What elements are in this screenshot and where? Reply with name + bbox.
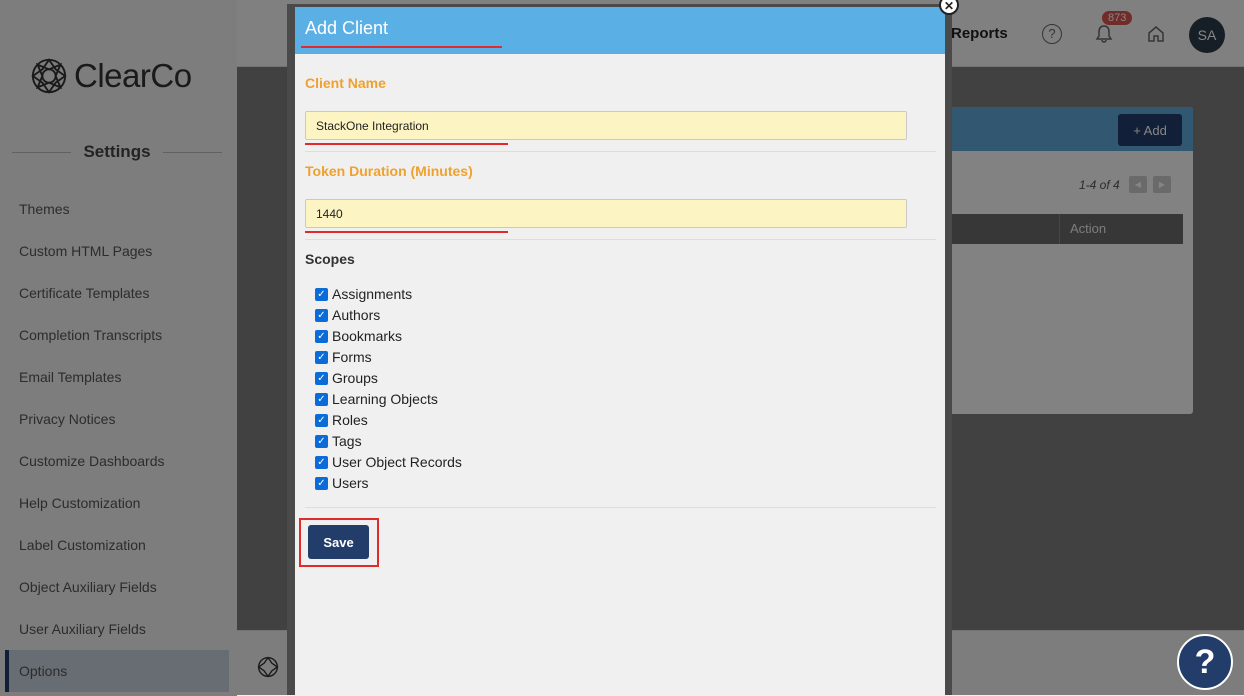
scope-groups[interactable]: ✓ Groups	[315, 368, 378, 388]
scope-label: Assignments	[332, 286, 413, 302]
save-button[interactable]: Save	[308, 525, 369, 559]
modal-header: Add Client	[295, 7, 945, 54]
checkbox-checked-icon[interactable]: ✓	[315, 308, 328, 322]
scope-roles[interactable]: ✓ Roles	[315, 410, 368, 430]
scope-users[interactable]: ✓ Users	[315, 473, 369, 493]
scope-authors[interactable]: ✓ Authors	[315, 305, 380, 325]
scope-label: Groups	[332, 370, 378, 386]
token-duration-annotation-underline	[305, 231, 508, 233]
checkbox-checked-icon[interactable]: ✓	[315, 371, 328, 385]
checkbox-checked-icon[interactable]: ✓	[315, 287, 328, 301]
add-client-modal: Add Client ✕ Client Name Token Duration …	[295, 0, 959, 695]
checkbox-checked-icon[interactable]: ✓	[315, 413, 328, 427]
checkbox-checked-icon[interactable]: ✓	[315, 329, 328, 343]
scope-label: Roles	[332, 412, 368, 428]
scope-label: Users	[332, 475, 369, 491]
scope-forms[interactable]: ✓ Forms	[315, 347, 372, 367]
checkbox-checked-icon[interactable]: ✓	[315, 455, 328, 469]
checkbox-checked-icon[interactable]: ✓	[315, 350, 328, 364]
checkbox-checked-icon[interactable]: ✓	[315, 434, 328, 448]
client-name-input[interactable]	[305, 111, 907, 140]
scope-label: Bookmarks	[332, 328, 403, 344]
client-name-label: Client Name	[305, 75, 386, 91]
scope-label: Authors	[332, 307, 381, 323]
divider	[305, 239, 936, 240]
scopes-label: Scopes	[305, 251, 355, 267]
scope-label: User Object Records	[332, 454, 462, 470]
checkbox-checked-icon[interactable]: ✓	[315, 476, 328, 490]
checkbox-checked-icon[interactable]: ✓	[315, 392, 328, 406]
scope-assignments[interactable]: ✓ Assignments	[315, 284, 412, 304]
scope-label: Tags	[332, 433, 362, 449]
client-name-annotation-underline	[305, 143, 508, 145]
scope-label: Forms	[332, 349, 372, 365]
token-duration-input[interactable]	[305, 199, 907, 228]
help-fab-button[interactable]: ?	[1177, 634, 1233, 690]
divider	[305, 151, 936, 152]
scope-tags[interactable]: ✓ Tags	[315, 431, 362, 451]
scope-user-object-records[interactable]: ✓ User Object Records	[315, 452, 462, 472]
scope-bookmarks[interactable]: ✓ Bookmarks	[315, 326, 402, 346]
modal-title: Add Client	[305, 18, 389, 38]
scope-learning-objects[interactable]: ✓ Learning Objects	[315, 389, 438, 409]
token-duration-label: Token Duration (Minutes)	[305, 163, 473, 179]
title-annotation-underline	[301, 46, 502, 48]
divider	[305, 507, 936, 508]
scope-label: Learning Objects	[332, 391, 438, 407]
